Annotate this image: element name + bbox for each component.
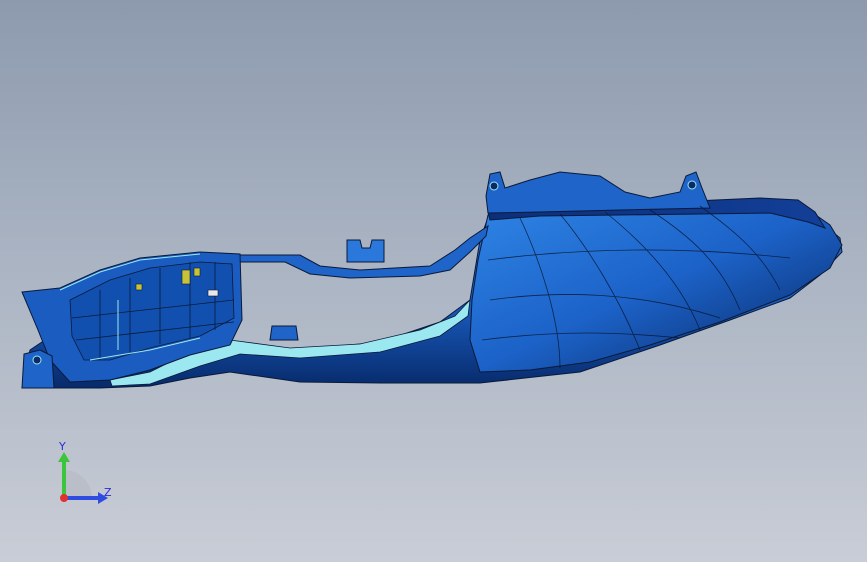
upper-rib [485, 171, 711, 214]
cad-viewport[interactable]: Y Z [0, 0, 867, 562]
cage-accent-1 [181, 269, 191, 285]
left-mount-hole [32, 355, 42, 365]
rail-tab [346, 239, 385, 263]
y-axis-label: Y [58, 440, 66, 453]
boss-hole-1 [489, 181, 499, 191]
x-axis-dot [60, 494, 68, 502]
boss-hole-2 [687, 180, 697, 190]
y-axis-arrow [58, 452, 70, 462]
mid-lug [269, 325, 299, 341]
3d-part-model[interactable] [0, 0, 867, 562]
axis-triad: Y Z [58, 440, 112, 504]
axis-quadrant [64, 470, 92, 498]
cage-accent-4 [207, 289, 219, 297]
cage-accent-2 [193, 267, 201, 277]
cage-accent-3 [135, 283, 143, 291]
z-axis-label: Z [104, 486, 112, 499]
